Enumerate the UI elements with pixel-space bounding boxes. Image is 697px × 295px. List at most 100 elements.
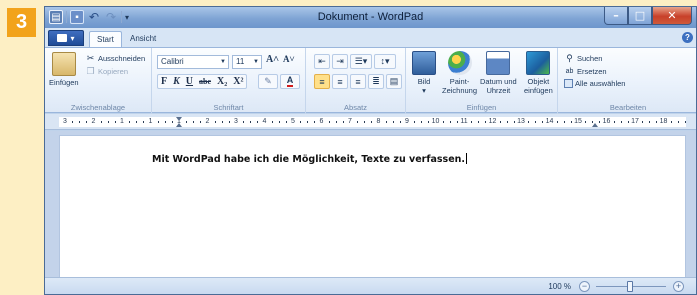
- ruler-tick-mark: [585, 121, 587, 123]
- highlighter-icon: ✎: [264, 76, 272, 86]
- close-button[interactable]: ✕: [652, 7, 692, 25]
- ruler-tick-label: 18: [659, 118, 668, 125]
- cut-button[interactable]: ✂ Ausschneiden: [85, 53, 145, 64]
- ruler-tick-mark: [157, 121, 159, 123]
- first-line-indent-marker[interactable]: [176, 117, 182, 121]
- chevron-down-icon: ▾: [422, 86, 426, 95]
- italic-button[interactable]: K: [170, 76, 183, 87]
- select-all-label: Alle auswählen: [575, 79, 626, 88]
- ruler-tick-mark: [677, 121, 679, 123]
- find-button[interactable]: ⚲ Suchen: [564, 53, 602, 64]
- document-text[interactable]: Mit WordPad habe ich die Möglichkeit, Te…: [152, 153, 468, 165]
- align-center-button[interactable]: ≡: [332, 74, 348, 89]
- ribbon-tab-bar: ▾ Start Ansicht ?: [45, 28, 696, 47]
- decrease-indent-button[interactable]: ⇤: [314, 54, 330, 69]
- ruler-tick-label: 1: [148, 118, 153, 125]
- ruler-tick-mark: [542, 121, 544, 123]
- font-group-label: Schriftart: [213, 103, 244, 112]
- paint-drawing-button[interactable]: Paint- Zeichnung: [442, 51, 477, 95]
- shrink-font-button[interactable]: A˅: [283, 54, 295, 64]
- ruler-tick-mark: [143, 121, 145, 123]
- application-menu-button[interactable]: ▾: [48, 30, 84, 46]
- ruler-tick-mark: [364, 121, 366, 123]
- ruler-tick-mark: [620, 121, 622, 123]
- picture-icon: [412, 51, 436, 75]
- tab-ansicht[interactable]: Ansicht: [123, 31, 163, 47]
- left-indent-marker[interactable]: [176, 123, 182, 127]
- text-caret: [466, 153, 468, 164]
- chevron-down-icon: ▾: [70, 33, 75, 43]
- ruler-tick-mark: [670, 121, 672, 123]
- ruler-tick-mark: [328, 121, 330, 123]
- strikethrough-button[interactable]: abe: [196, 77, 214, 86]
- underline-button[interactable]: U: [183, 76, 196, 87]
- font-size-select[interactable]: 11 ▼: [232, 55, 262, 69]
- ruler-tick-label: 12: [488, 118, 497, 125]
- zoom-slider-thumb[interactable]: [627, 281, 633, 292]
- ruler-tick-mark: [72, 121, 74, 123]
- ruler-tick-label: 11: [460, 118, 468, 125]
- font-family-value: Calibri: [161, 57, 184, 66]
- document-text-content: Mit WordPad habe ich die Möglichkeit, Te…: [152, 154, 466, 165]
- object-icon: [526, 51, 551, 75]
- paste-label: Einfügen: [49, 78, 79, 87]
- zoom-in-button[interactable]: +: [673, 281, 684, 292]
- replace-icon: ab: [565, 68, 574, 75]
- help-icon[interactable]: ?: [682, 32, 693, 43]
- copy-button[interactable]: ❐ Kopieren: [85, 66, 128, 77]
- picture-button[interactable]: Bild ▾: [412, 51, 436, 95]
- highlight-color-button[interactable]: ✎: [258, 74, 278, 89]
- object-label-2: einfügen: [524, 86, 553, 95]
- bullet-list-icon: ☰▾: [354, 56, 368, 66]
- ruler-tick-mark: [506, 121, 508, 123]
- chevron-down-icon: ▼: [253, 59, 259, 65]
- maximize-button[interactable]: □: [628, 7, 652, 25]
- bold-button[interactable]: F: [158, 76, 170, 87]
- select-all-button[interactable]: Alle auswählen: [564, 79, 625, 88]
- tab-start[interactable]: Start: [89, 31, 122, 47]
- ruler-tick-label: 3: [234, 118, 238, 125]
- insert-group: Bild ▾ Paint- Zeichnung Datum und Uhrzei…: [406, 48, 558, 114]
- zoom-out-button[interactable]: −: [579, 281, 590, 292]
- align-left-button[interactable]: ≡: [314, 74, 330, 89]
- grow-font-button[interactable]: A˄: [266, 54, 279, 65]
- ruler-tick-mark: [535, 121, 537, 123]
- clipboard-group-label: Zwischenablage: [70, 103, 126, 112]
- ribbon: Einfügen ✂ Ausschneiden ❐ Kopieren Zwisc…: [45, 47, 696, 114]
- ruler-tick-mark: [684, 121, 686, 123]
- document-page[interactable]: Mit WordPad habe ich die Möglichkeit, Te…: [59, 135, 686, 279]
- ruler-tick-mark: [613, 121, 615, 123]
- right-indent-marker[interactable]: [592, 123, 599, 127]
- paste-button[interactable]: Einfügen: [49, 52, 79, 87]
- font-color-button[interactable]: A: [280, 74, 300, 89]
- ruler-tick-mark: [307, 121, 309, 123]
- line-spacing-button[interactable]: ↕▾: [374, 54, 396, 69]
- justify-button[interactable]: ≣: [368, 74, 384, 89]
- ruler: 3 2 1 1 1 2 3 4 5 6 7 8 9 10 11 12 13 14 15 16 17 18: [45, 114, 696, 130]
- ruler-tick-label: 2: [91, 118, 96, 125]
- minimize-button[interactable]: –: [604, 7, 628, 25]
- chevron-down-icon: ▼: [220, 59, 226, 65]
- ruler-tick-mark: [257, 121, 259, 123]
- ruler-tick-mark: [79, 121, 81, 123]
- ruler-tick-mark: [129, 121, 131, 123]
- ruler-tick-mark: [485, 121, 487, 123]
- insert-object-button[interactable]: Objekt einfügen: [524, 51, 553, 95]
- increase-indent-icon: ⇥: [336, 56, 344, 66]
- align-left-icon: ≡: [319, 76, 325, 87]
- ruler-tick-mark: [114, 121, 116, 123]
- increase-indent-button[interactable]: ⇥: [332, 54, 348, 69]
- ruler-tick-mark: [556, 121, 558, 123]
- font-family-select[interactable]: Calibri ▼: [157, 55, 229, 69]
- ruler-tick-mark: [357, 121, 359, 123]
- ruler-tick-mark: [421, 121, 423, 123]
- ruler-tick-mark: [499, 121, 501, 123]
- replace-label: Ersetzen: [577, 67, 607, 76]
- superscript-button[interactable]: X²: [230, 76, 246, 87]
- align-right-button[interactable]: ≡: [350, 74, 366, 89]
- subscript-button[interactable]: X₂: [214, 76, 230, 87]
- replace-button[interactable]: ab Ersetzen: [564, 66, 607, 77]
- date-time-button[interactable]: Datum und Uhrzeit: [480, 51, 517, 95]
- paragraph-settings-button[interactable]: ▤: [386, 74, 402, 89]
- bullet-list-button[interactable]: ☰▾: [350, 54, 372, 69]
